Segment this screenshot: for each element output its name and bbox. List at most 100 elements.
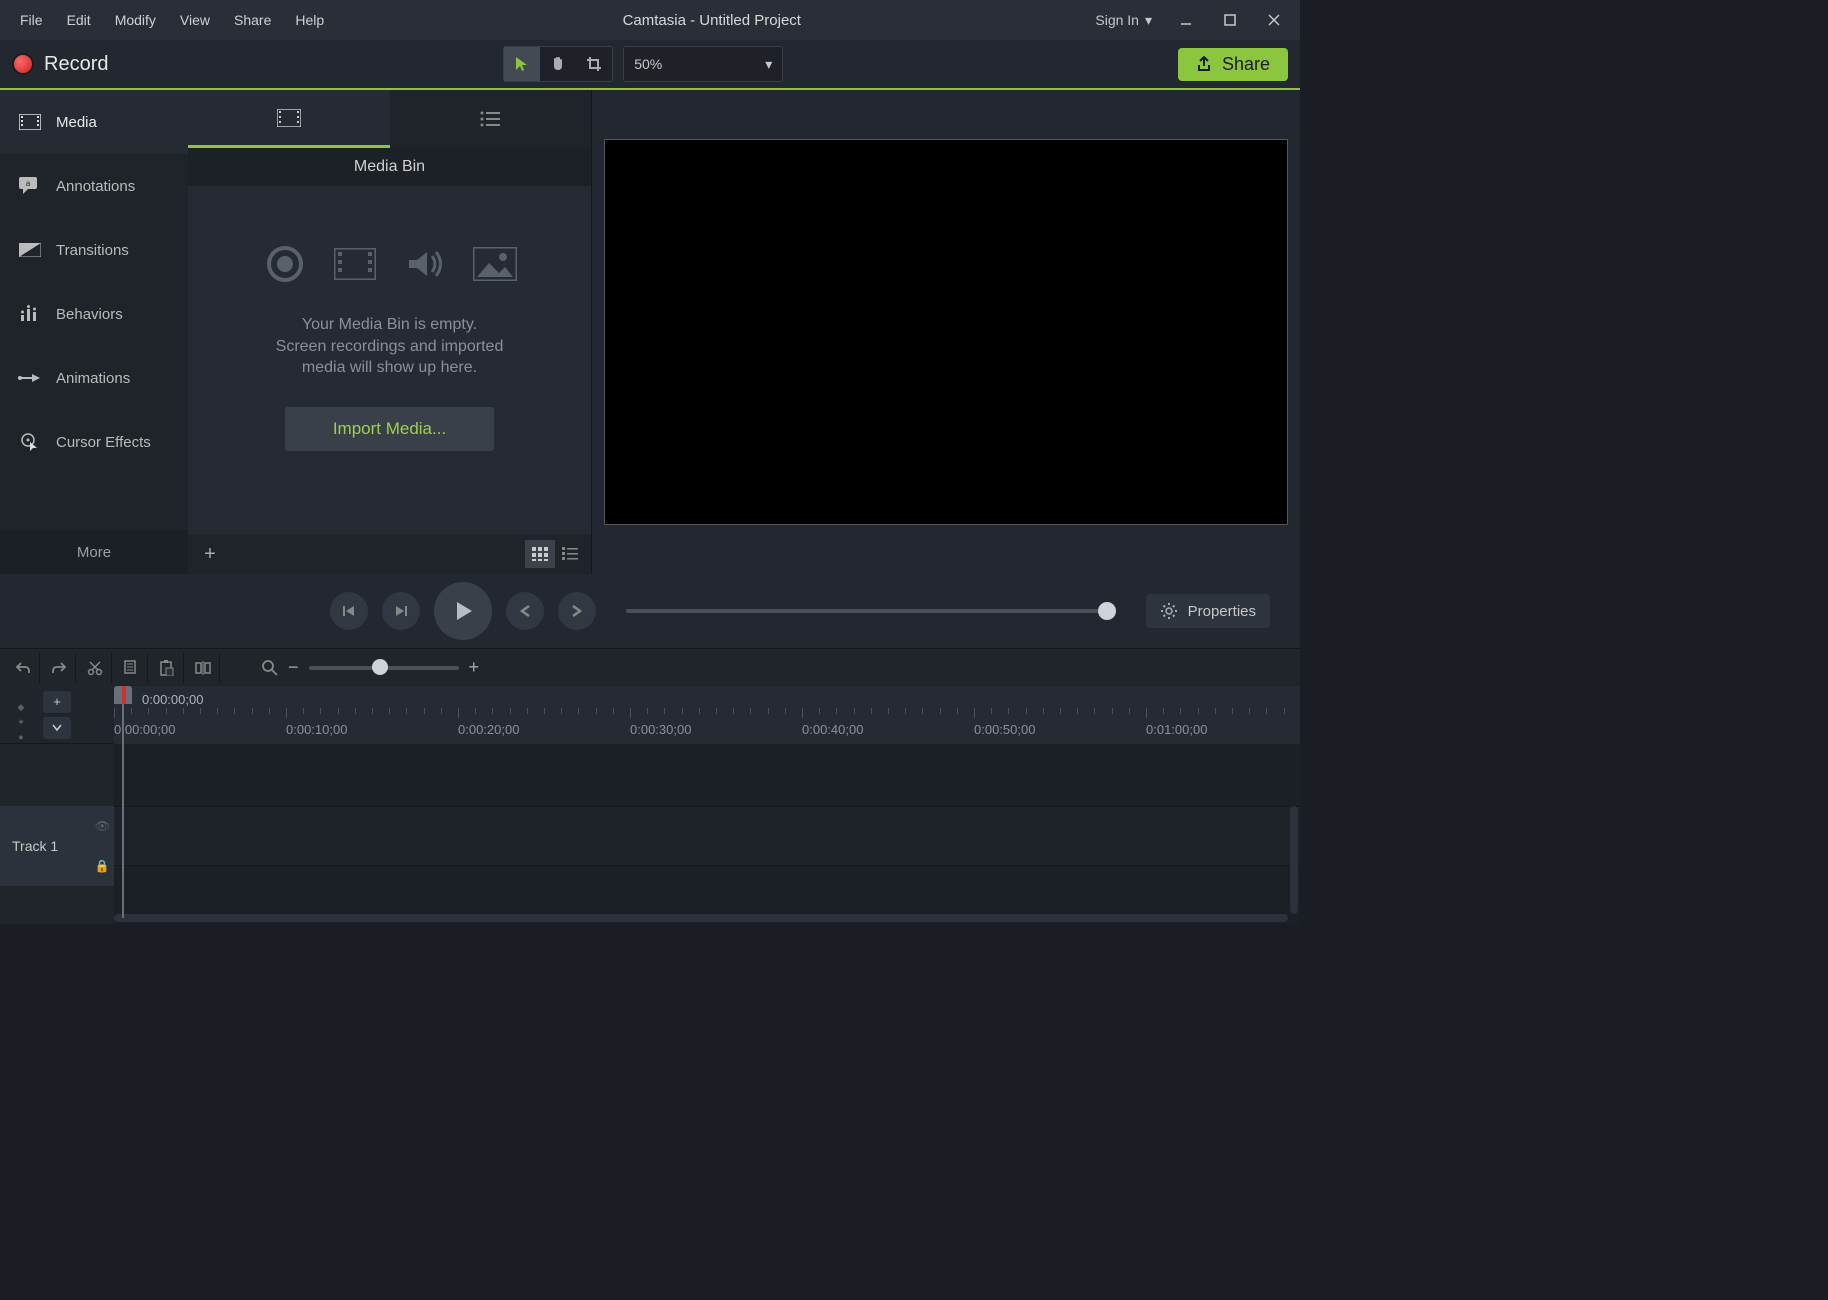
copy-button[interactable]	[114, 653, 148, 683]
lock-icon[interactable]: 🔒	[95, 859, 110, 873]
time-label: 0:00:20;00	[458, 722, 519, 737]
zoom-out-button[interactable]: −	[288, 657, 299, 678]
sidebar-item-animations[interactable]: Animations	[0, 346, 188, 410]
menu-modify[interactable]: Modify	[103, 6, 168, 34]
menu-help[interactable]: Help	[283, 6, 336, 34]
menu-edit[interactable]: Edit	[55, 6, 103, 34]
maximize-button[interactable]	[1212, 6, 1248, 34]
seek-bar[interactable]	[626, 609, 1116, 613]
media-panel: Media Bin Your Media Bin is empty. Scree…	[188, 90, 592, 574]
sidebar-label: Animations	[56, 370, 130, 387]
svg-text:a: a	[26, 179, 31, 188]
time-label: 0:00:50;00	[974, 722, 1035, 737]
track-1-header[interactable]: Track 1 👁 🔒	[0, 806, 114, 886]
cursor-effects-icon	[18, 432, 42, 452]
canvas-tool-group	[503, 46, 613, 82]
chevron-down-icon: ▾	[765, 56, 772, 73]
transitions-icon	[18, 243, 42, 257]
minimize-button[interactable]	[1168, 6, 1204, 34]
behaviors-icon	[18, 305, 42, 323]
menu-file[interactable]: File	[8, 6, 55, 34]
menu-share[interactable]: Share	[222, 6, 283, 34]
track-options-button[interactable]	[43, 717, 71, 739]
window-title: Camtasia - Untitled Project	[336, 12, 1087, 29]
timeline: + Track 1 👁 🔒 0:00:00;00 0:00:00;000:00:…	[0, 686, 1300, 924]
add-media-button[interactable]: +	[194, 538, 226, 570]
cut-button[interactable]	[78, 653, 112, 683]
sidebar-item-behaviors[interactable]: Behaviors	[0, 282, 188, 346]
paste-button[interactable]	[150, 653, 184, 683]
list-view-button[interactable]	[555, 540, 585, 568]
tab-library[interactable]	[390, 90, 592, 148]
seek-thumb[interactable]	[1098, 602, 1116, 620]
undo-button[interactable]	[6, 653, 40, 683]
sidebar-item-cursor-effects[interactable]: Cursor Effects	[0, 410, 188, 474]
zoom-in-button[interactable]: +	[469, 657, 480, 678]
grid-view-button[interactable]	[525, 540, 555, 568]
sidebar: Media a Annotations Transitions Behavior…	[0, 90, 188, 574]
sidebar-item-annotations[interactable]: a Annotations	[0, 154, 188, 218]
quiz-icon[interactable]: ✦	[17, 717, 25, 728]
prev-marker-button[interactable]	[506, 592, 544, 630]
timeline-zoom-slider[interactable]	[309, 666, 459, 670]
preview-canvas[interactable]	[604, 139, 1288, 525]
canvas-zoom-select[interactable]: 50% ▾	[623, 46, 783, 82]
sign-in-button[interactable]: Sign In ▾	[1087, 8, 1160, 33]
main-area: Media a Annotations Transitions Behavior…	[0, 90, 1300, 574]
marker-icon[interactable]: ◆	[18, 702, 25, 713]
image-icon	[473, 242, 517, 286]
time-label: 0:01:00;00	[1146, 722, 1207, 737]
share-label: Share	[1222, 54, 1270, 75]
magnify-icon	[262, 660, 278, 676]
timeline-ruler[interactable]: 0:00:00;00 0:00:00;000:00:10;000:00:20;0…	[114, 686, 1300, 744]
menu-view[interactable]: View	[168, 6, 222, 34]
time-label: 0:00:40;00	[802, 722, 863, 737]
canvas-area	[592, 90, 1300, 574]
redo-button[interactable]	[42, 653, 76, 683]
properties-button[interactable]: Properties	[1146, 594, 1270, 628]
sidebar-label: Transitions	[56, 242, 129, 259]
sidebar-item-media[interactable]: Media	[0, 90, 188, 154]
record-icon	[12, 53, 34, 75]
animations-icon	[18, 372, 42, 384]
sidebar-label: Behaviors	[56, 306, 123, 323]
zoom-value: 50%	[634, 56, 662, 72]
timeline-vertical-scrollbar[interactable]	[1290, 806, 1298, 914]
pan-tool[interactable]	[540, 47, 576, 81]
select-tool[interactable]	[504, 47, 540, 81]
current-time: 0:00:00;00	[142, 692, 203, 707]
playhead[interactable]	[114, 686, 132, 704]
next-frame-button[interactable]	[382, 592, 420, 630]
crop-tool[interactable]	[576, 47, 612, 81]
add-track-button[interactable]: +	[43, 691, 71, 713]
next-marker-button[interactable]	[558, 592, 596, 630]
sidebar-item-transitions[interactable]: Transitions	[0, 218, 188, 282]
record-toolbar: Record 50% ▾ Share	[0, 40, 1300, 90]
record-label: Record	[44, 53, 108, 76]
dot-icon: ●	[18, 732, 23, 742]
time-label: 0:00:10;00	[286, 722, 347, 737]
play-button[interactable]	[434, 582, 492, 640]
media-panel-footer: +	[188, 534, 591, 574]
audio-icon	[403, 242, 447, 286]
import-media-button[interactable]: Import Media...	[285, 407, 494, 451]
timeline-tracks-area[interactable]: 0:00:00;00 0:00:00;000:00:10;000:00:20;0…	[114, 686, 1300, 924]
media-bin-content: Your Media Bin is empty. Screen recordin…	[188, 186, 591, 574]
split-button[interactable]	[186, 653, 220, 683]
track-1-lane[interactable]	[114, 806, 1300, 866]
gear-icon	[1160, 602, 1178, 620]
record-button[interactable]: Record	[12, 53, 108, 76]
close-button[interactable]	[1256, 6, 1292, 34]
timeline-toolbar: − +	[0, 648, 1300, 686]
eye-icon[interactable]: 👁	[95, 819, 110, 833]
media-panel-tabs	[188, 90, 591, 148]
chevron-down-icon: ▾	[1145, 12, 1152, 29]
tab-media-bin[interactable]	[188, 90, 390, 148]
sidebar-more-button[interactable]: More	[0, 530, 188, 574]
share-button[interactable]: Share	[1178, 48, 1288, 81]
prev-frame-button[interactable]	[330, 592, 368, 630]
filmstrip-icon	[277, 109, 301, 127]
zoom-thumb[interactable]	[372, 659, 388, 675]
media-bin-message: Your Media Bin is empty. Screen recordin…	[276, 314, 504, 379]
timeline-horizontal-scrollbar[interactable]	[114, 914, 1288, 922]
